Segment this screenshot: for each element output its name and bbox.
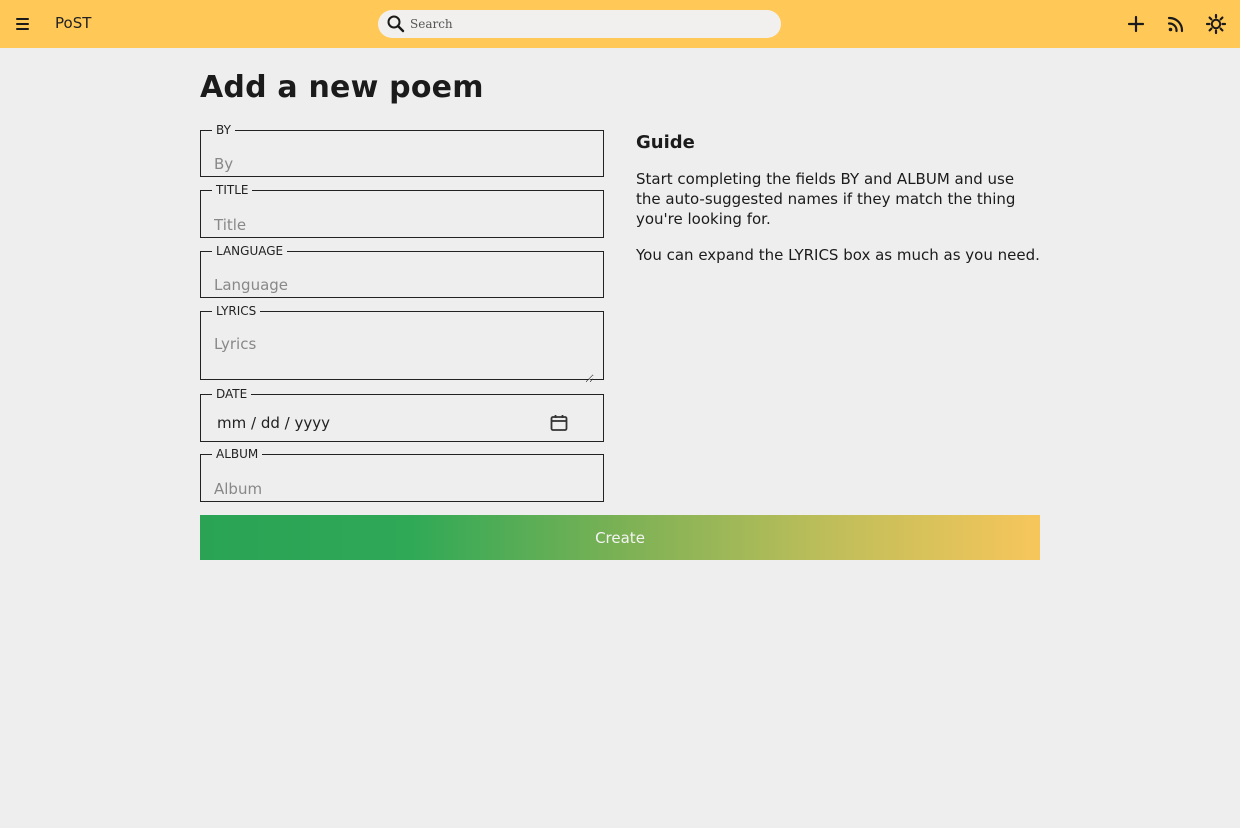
rss-icon[interactable] bbox=[1164, 12, 1188, 36]
lyrics-textarea[interactable] bbox=[214, 335, 594, 383]
date-label: DATE bbox=[216, 387, 248, 401]
hamburger-icon-line bbox=[16, 28, 29, 30]
title-label: TITLE bbox=[216, 183, 249, 197]
title-field: TITLE bbox=[200, 184, 604, 238]
calendar-icon[interactable] bbox=[549, 413, 569, 433]
date-input[interactable]: mm / dd / yyyy bbox=[217, 414, 330, 432]
top-bar: PoST bbox=[0, 0, 1240, 48]
album-input[interactable] bbox=[214, 478, 589, 500]
search-input[interactable] bbox=[410, 14, 770, 34]
by-label: BY bbox=[216, 123, 231, 137]
search-icon bbox=[387, 15, 405, 33]
hamburger-icon-line bbox=[16, 23, 29, 25]
hamburger-icon bbox=[16, 18, 29, 20]
language-label: LANGUAGE bbox=[216, 244, 284, 258]
sun-icon[interactable] bbox=[1204, 12, 1228, 36]
lyrics-label: LYRICS bbox=[216, 304, 257, 318]
brand-link[interactable]: PoST bbox=[55, 14, 91, 32]
album-field: ALBUM bbox=[200, 448, 604, 502]
language-input[interactable] bbox=[214, 274, 589, 296]
guide-paragraph: Start completing the fields BY and ALBUM… bbox=[636, 170, 1016, 228]
by-field: BY bbox=[200, 124, 604, 177]
page-title: Add a new poem bbox=[200, 70, 484, 105]
title-input[interactable] bbox=[214, 214, 589, 236]
date-field: DATE mm / dd / yyyy bbox=[200, 388, 604, 442]
language-field: LANGUAGE bbox=[200, 245, 604, 298]
album-label: ALBUM bbox=[216, 447, 259, 461]
search-bar[interactable] bbox=[378, 10, 781, 38]
plus-icon[interactable] bbox=[1124, 12, 1148, 36]
lyrics-field: LYRICS bbox=[200, 304, 604, 383]
guide-paragraph: You can expand the LYRICS box as much as… bbox=[636, 246, 1040, 264]
guide-panel: Guide Start completing the fields BY and… bbox=[636, 130, 1040, 265]
hamburger-menu-button[interactable] bbox=[11, 12, 35, 36]
create-button[interactable]: Create bbox=[200, 515, 1040, 560]
guide-heading: Guide bbox=[636, 132, 695, 153]
by-input[interactable] bbox=[214, 153, 589, 175]
